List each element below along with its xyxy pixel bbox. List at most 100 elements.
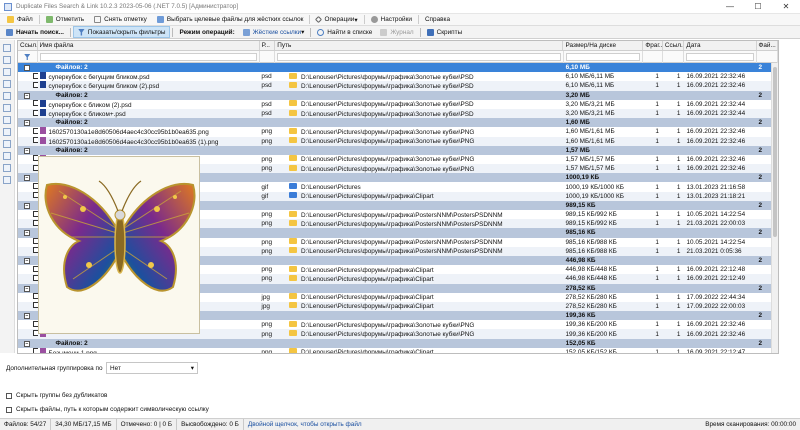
file-ext: png: [261, 137, 273, 145]
file-row[interactable]: суперкубок с бегущим бликом (2).psd psd D:…: [18, 81, 778, 91]
file-links: 1: [676, 275, 681, 283]
col-ext[interactable]: Р...: [260, 41, 276, 50]
chevron-down-icon: ▾: [190, 365, 194, 372]
filters-label: Показать/скрыть фильтры: [87, 28, 166, 36]
col-links2[interactable]: Ссыл...: [663, 41, 685, 50]
compare-icon[interactable]: [3, 140, 11, 148]
col-name[interactable]: Имя файла: [38, 41, 260, 50]
col-frag[interactable]: Фраг...: [643, 41, 663, 50]
group-row[interactable]: − Файлов: 2 1,60 МБ 2: [18, 118, 778, 128]
file-date: 16.09.2021 22:32:46: [686, 321, 746, 329]
hide-symlink-checkbox[interactable]: [6, 406, 12, 413]
hide-no-dup-option[interactable]: Скрыть группы без дубликатов: [6, 392, 107, 399]
collapse-icon[interactable]: −: [24, 65, 30, 72]
menu-unmark[interactable]: Снять отметку: [89, 14, 152, 26]
collapse-icon[interactable]: −: [24, 340, 30, 347]
file-row[interactable]: Безымени-1.png png D:\Lenouser\Pictures\фо…: [18, 347, 778, 354]
date-filter-input[interactable]: [686, 53, 754, 61]
menu-mark[interactable]: Отметить: [41, 14, 89, 26]
col-date[interactable]: Дата: [684, 41, 757, 50]
hide-no-dup-checkbox[interactable]: [6, 392, 12, 399]
move-icon[interactable]: [3, 92, 11, 100]
rename-icon[interactable]: [3, 128, 11, 136]
start-search-button[interactable]: Начать поиск...: [2, 26, 68, 38]
group-size: 278,52 КБ: [565, 284, 596, 292]
collapse-icon[interactable]: −: [24, 175, 30, 182]
menu-select-targets[interactable]: Выбрать целевые файлы для жёстких ссылок: [152, 14, 309, 26]
status-freed: Высвобождено: 0 Б: [177, 419, 244, 430]
file-path: D:\Lenouser\Pictures\форумы\графика\Post…: [301, 211, 503, 219]
group-row[interactable]: − Файлов: 2 3,20 МБ 2: [18, 90, 778, 100]
link-icon[interactable]: [3, 116, 11, 124]
size-filter-input[interactable]: [565, 53, 641, 61]
file-date: 16.09.2021 22:32:46: [686, 73, 746, 81]
collapse-icon[interactable]: −: [24, 92, 30, 99]
find-in-list-button[interactable]: Найти в списке: [313, 26, 376, 38]
mode-dropdown[interactable]: Жёсткие ссылки ▾: [239, 26, 309, 38]
journal-icon: [380, 28, 388, 36]
export-icon[interactable]: [3, 164, 11, 172]
menu-file[interactable]: Файл: [2, 14, 38, 26]
collapse-icon[interactable]: −: [24, 258, 30, 265]
grouping-select[interactable]: Нет ▾: [106, 362, 198, 374]
group-row[interactable]: − Файлов: 2 6,10 МБ 2: [18, 63, 778, 73]
collapse-icon[interactable]: −: [24, 120, 30, 127]
file-row[interactable]: 1602570130a1e8d60506d4aec4c30cc95b1b0ea6…: [18, 136, 778, 146]
col-path[interactable]: Путь: [275, 41, 564, 50]
collapse-icon[interactable]: −: [24, 230, 30, 237]
file-size: 278,52 КБ/280 КБ: [565, 302, 617, 310]
refresh-icon[interactable]: [3, 68, 11, 76]
menu-operations[interactable]: Операции ▾: [311, 14, 362, 26]
file-date: 10.05.2021 14:22:54: [686, 211, 746, 219]
group-row[interactable]: − Файлов: 2 152,05 КБ 2: [18, 338, 778, 348]
file-links: 1: [676, 211, 681, 219]
close-button[interactable]: ✕: [772, 0, 800, 14]
folder-icon: [7, 16, 14, 23]
menu-settings[interactable]: Настройки: [366, 14, 417, 26]
file-links: 1: [676, 348, 681, 354]
file-row[interactable]: суперкубок с бликом (2).psd psd D:\Lenouse…: [18, 99, 778, 109]
group-row[interactable]: − Файлов: 2 1,57 МБ 2: [18, 145, 778, 155]
hide-symlink-option[interactable]: Скрыть файлы, путь к которым содержит си…: [6, 406, 209, 413]
file-frag: 1: [655, 211, 659, 219]
delete-icon[interactable]: [3, 80, 11, 88]
vertical-scrollbar[interactable]: [771, 63, 778, 353]
minimize-button[interactable]: —: [716, 0, 744, 14]
file-row[interactable]: 1602570130a1e8d60506d4aec4c30cc95b1b0ea6…: [18, 127, 778, 136]
collapse-icon[interactable]: −: [24, 147, 30, 154]
info-icon[interactable]: [3, 152, 11, 160]
properties-icon[interactable]: [3, 104, 11, 112]
collapse-icon[interactable]: −: [24, 285, 30, 292]
name-filter-input[interactable]: [39, 53, 257, 61]
print-icon[interactable]: [3, 176, 11, 184]
folder-icon: [289, 320, 298, 327]
paste-icon[interactable]: [3, 56, 11, 64]
window-title: Duplicate Files Search & Link 10.2.3 202…: [16, 3, 239, 10]
file-links: 1: [676, 302, 681, 310]
maximize-button[interactable]: ☐: [744, 0, 772, 14]
toggle-filters-button[interactable]: Показать/скрыть фильтры: [72, 26, 171, 38]
copy-icon[interactable]: [3, 44, 11, 52]
path-filter-input[interactable]: [277, 53, 561, 61]
menu-help[interactable]: Справка: [420, 14, 455, 26]
status-marked: Отмечено: 0 | 0 Б: [117, 419, 178, 430]
file-row[interactable]: суперкубок с бегущим бликом.psd psd D:\Len…: [18, 72, 778, 81]
folder-icon: [289, 81, 298, 88]
collapse-icon[interactable]: −: [24, 202, 30, 209]
scripts-button[interactable]: Скрипты: [423, 26, 467, 38]
col-links[interactable]: Ссыл...: [18, 41, 38, 50]
folder-icon: [289, 155, 298, 162]
file-size: 1000,19 КБ/1000 КБ: [565, 183, 624, 191]
col-files[interactable]: Фай...: [757, 41, 778, 50]
filter-icon[interactable]: [18, 51, 38, 63]
collapse-icon[interactable]: −: [24, 313, 30, 320]
folder-icon: [289, 274, 298, 281]
scrollbar-thumb[interactable]: [773, 67, 777, 237]
file-size: 278,52 КБ/280 КБ: [565, 293, 617, 301]
col-size[interactable]: Размер/На диске: [563, 41, 644, 50]
journal-button[interactable]: Журнал: [376, 26, 417, 38]
file-path: D:\Lenouser\Pictures\форумы\графика\Золо…: [301, 156, 475, 164]
date-filter: [684, 51, 757, 63]
file-row[interactable]: суперкубок с бликом+.psd psd D:\Lenouser\P…: [18, 108, 778, 119]
file-ext: png: [261, 238, 273, 246]
